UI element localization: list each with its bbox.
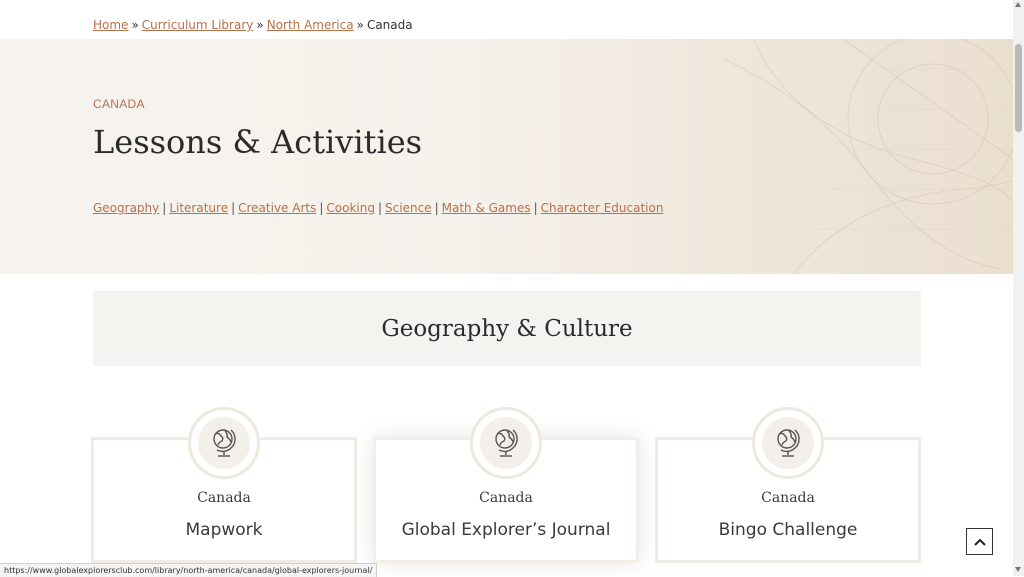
- breadcrumb-separator: »: [131, 18, 139, 32]
- card-title: Mapwork: [185, 520, 263, 540]
- breadcrumb-link-curriculum-library[interactable]: Curriculum Library: [142, 18, 254, 32]
- activity-card-global-explorers-journal[interactable]: Canada Global Explorer’s Journal: [373, 407, 639, 563]
- hero-kicker: CANADA: [93, 97, 145, 111]
- card-title: Bingo Challenge: [718, 520, 858, 540]
- subject-nav-separator: |: [377, 201, 383, 215]
- breadcrumb-link-north-america[interactable]: North America: [267, 18, 354, 32]
- scroll-down-arrow-icon[interactable]: [1015, 567, 1021, 572]
- section-title: Geography & Culture: [381, 315, 633, 342]
- scroll-up-arrow-icon[interactable]: [1015, 2, 1021, 7]
- globe-icon: [213, 429, 236, 457]
- page: Home» Curriculum Library» North America» Ca…: [0, 0, 1013, 576]
- subject-link-literature[interactable]: Literature: [169, 201, 228, 215]
- card-region: Canada: [479, 490, 533, 506]
- breadcrumb-separator: »: [356, 18, 364, 32]
- page-title: Lessons & Activities: [93, 123, 423, 161]
- card-region: Canada: [197, 490, 251, 506]
- section-header: Geography & Culture: [93, 291, 921, 366]
- card-title: Global Explorer’s Journal: [401, 520, 611, 540]
- subject-nav-separator: |: [434, 201, 439, 215]
- card-icon-badge: [188, 407, 260, 479]
- breadcrumb-current: Canada: [366, 18, 413, 32]
- subject-link-creative-arts[interactable]: Creative Arts: [238, 201, 316, 215]
- subject-nav-separator: |: [162, 201, 167, 215]
- subject-nav-separator: |: [231, 201, 236, 215]
- page-scrollbar[interactable]: [1013, 0, 1024, 576]
- breadcrumb-separator: »: [256, 18, 264, 32]
- chevron-up-icon: [973, 538, 986, 546]
- hero-banner: CANADA Lessons & Activities Geography | Li…: [0, 39, 1013, 274]
- subject-link-math-games[interactable]: Math & Games: [442, 201, 531, 215]
- activity-card-bingo-challenge[interactable]: Canada Bingo Challenge: [655, 407, 921, 563]
- breadcrumb: Home» Curriculum Library» North America» Ca…: [93, 18, 413, 36]
- card-region: Canada: [761, 490, 815, 506]
- breadcrumb-link-home[interactable]: Home: [93, 18, 128, 32]
- card-icon-badge: [470, 407, 542, 479]
- subject-nav-separator: |: [533, 201, 538, 215]
- vintage-map-background: [722, 39, 1013, 274]
- scrollbar-thumb[interactable]: [1015, 44, 1022, 132]
- back-to-top-button[interactable]: [966, 528, 993, 555]
- card-icon-badge: [752, 407, 824, 479]
- activity-card-mapwork[interactable]: Canada Mapwork: [91, 407, 357, 563]
- subject-nav: Geography | Literature | Creative Arts | Cooki…: [93, 201, 663, 215]
- subject-link-character-education[interactable]: Character Education: [541, 201, 664, 215]
- subject-link-science[interactable]: Science: [385, 201, 432, 215]
- subject-link-geography[interactable]: Geography: [93, 201, 159, 215]
- subject-link-cooking[interactable]: Cooking: [326, 201, 375, 215]
- globe-icon: [495, 429, 518, 457]
- status-bar-url: https://www.globalexplorersclub.com/libr…: [0, 563, 378, 577]
- subject-nav-separator: |: [319, 201, 324, 215]
- globe-icon: [777, 429, 800, 457]
